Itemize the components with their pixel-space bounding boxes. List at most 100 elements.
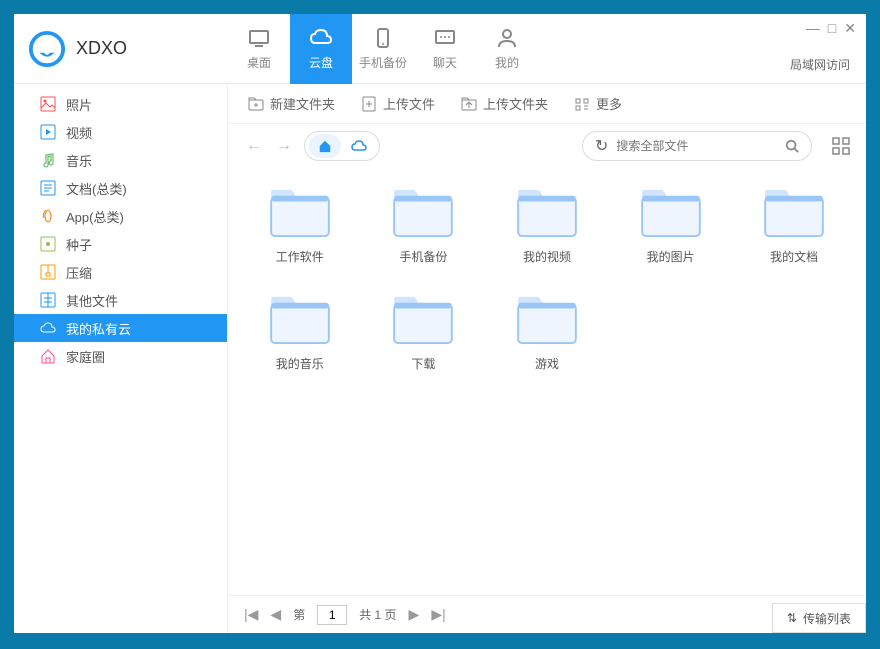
folder-item[interactable]: 工作软件 xyxy=(238,188,362,265)
sidebar-item-other[interactable]: 其他文件 xyxy=(14,286,227,314)
upload-folder-button[interactable]: 上传文件夹 xyxy=(461,94,548,113)
tab-手机备份[interactable]: 手机备份 xyxy=(352,14,414,84)
more-button[interactable]: 更多 xyxy=(574,94,622,113)
app-icon xyxy=(40,208,56,224)
tab-icon xyxy=(247,26,271,50)
app-window: XDXO 桌面云盘手机备份聊天我的 — □ ✕ 局域网访问 照片视频音乐文档(总… xyxy=(14,14,866,633)
sidebar-item-label: 我的私有云 xyxy=(66,319,131,338)
more-label: 更多 xyxy=(596,94,622,113)
sidebar-item-label: 音乐 xyxy=(66,151,92,170)
transfer-list-button[interactable]: ⇅ 传输列表 xyxy=(772,603,866,633)
sidebar-item-label: 压缩 xyxy=(66,263,92,282)
app-title: XDXO xyxy=(76,38,127,59)
seed-icon xyxy=(40,236,56,252)
photo-icon xyxy=(40,96,56,112)
sidebar-item-label: 种子 xyxy=(66,235,92,254)
new-folder-icon xyxy=(248,96,264,112)
view-grid-button[interactable] xyxy=(832,137,850,155)
main-panel: 新建文件夹 上传文件 上传文件夹 更多 ← → xyxy=(228,84,866,633)
pager: |◀ ◀ 第 共 1 页 ▶ ▶| 8项/总8项 xyxy=(228,595,866,633)
search-bar: ↻ xyxy=(582,131,812,161)
sidebar-item-video[interactable]: 视频 xyxy=(14,118,227,146)
home-icon xyxy=(40,348,56,364)
tab-icon xyxy=(433,26,457,50)
tab-聊天[interactable]: 聊天 xyxy=(414,14,476,84)
nav-forward-button[interactable]: → xyxy=(274,137,294,155)
tab-桌面[interactable]: 桌面 xyxy=(228,14,290,84)
folder-icon xyxy=(516,188,578,238)
sidebar-item-photo[interactable]: 照片 xyxy=(14,90,227,118)
sidebar-item-music[interactable]: 音乐 xyxy=(14,146,227,174)
top-tabs: 桌面 云盘手机备份 聊天 我的 xyxy=(228,14,538,84)
folder-item[interactable]: 我的视频 xyxy=(485,188,609,265)
app-logo-icon xyxy=(28,30,66,68)
folder-item[interactable]: 我的图片 xyxy=(609,188,733,265)
folder-icon xyxy=(269,295,331,345)
pager-prev-button[interactable]: ◀ xyxy=(270,606,281,623)
new-folder-button[interactable]: 新建文件夹 xyxy=(248,94,335,113)
window-controls: — □ ✕ xyxy=(806,20,856,37)
sidebar-item-label: 文档(总类) xyxy=(66,179,127,198)
nav-back-button[interactable]: ← xyxy=(244,137,264,155)
tab-label: 手机备份 xyxy=(359,54,407,71)
sidebar-item-seed[interactable]: 种子 xyxy=(14,230,227,258)
folder-item[interactable]: 下载 xyxy=(362,295,486,372)
sidebar-item-doc[interactable]: 文档(总类) xyxy=(14,174,227,202)
folder-item[interactable]: 手机备份 xyxy=(362,188,486,265)
tab-icon xyxy=(495,26,519,50)
pager-last-button[interactable]: ▶| xyxy=(431,606,445,623)
sidebar-item-cloud[interactable]: 我的私有云 xyxy=(14,314,227,342)
tab-云盘[interactable]: 云盘 xyxy=(290,14,352,84)
sidebar: 照片视频音乐文档(总类) App(总类) 种子压缩其他文件我的私有云家庭圈 xyxy=(14,84,228,633)
breadcrumb xyxy=(304,131,380,161)
body: 照片视频音乐文档(总类) App(总类) 种子压缩其他文件我的私有云家庭圈 新建文件… xyxy=(14,84,866,633)
minimize-button[interactable]: — xyxy=(806,20,820,37)
upload-file-label: 上传文件 xyxy=(383,94,435,113)
pager-first-button[interactable]: |◀ xyxy=(244,606,258,623)
sidebar-item-label: 家庭圈 xyxy=(66,347,105,366)
tab-我的[interactable]: 我的 xyxy=(476,14,538,84)
new-folder-label: 新建文件夹 xyxy=(270,94,335,113)
pager-next-button[interactable]: ▶ xyxy=(409,606,420,623)
maximize-button[interactable]: □ xyxy=(828,20,836,37)
tab-label: 聊天 xyxy=(433,54,457,71)
pager-total-text: 共 1 页 xyxy=(359,606,396,623)
close-button[interactable]: ✕ xyxy=(844,20,856,37)
folder-item[interactable]: 我的音乐 xyxy=(238,295,362,372)
folder-item[interactable]: 我的文档 xyxy=(732,188,856,265)
folder-label: 我的音乐 xyxy=(276,355,324,372)
tab-icon xyxy=(309,26,333,50)
folder-label: 下载 xyxy=(411,355,435,372)
folder-label: 我的视频 xyxy=(523,248,571,265)
upload-file-button[interactable]: 上传文件 xyxy=(361,94,435,113)
sidebar-item-zip[interactable]: 压缩 xyxy=(14,258,227,286)
folder-icon xyxy=(640,188,702,238)
folder-icon xyxy=(392,295,454,345)
sidebar-item-home[interactable]: 家庭圈 xyxy=(14,342,227,370)
breadcrumb-cloud[interactable] xyxy=(343,134,375,158)
folder-label: 工作软件 xyxy=(276,248,324,265)
sidebar-item-label: 其他文件 xyxy=(66,291,118,310)
folder-label: 游戏 xyxy=(535,355,559,372)
tab-label: 桌面 xyxy=(247,54,271,71)
tab-label: 我的 xyxy=(495,54,519,71)
breadcrumb-home[interactable] xyxy=(309,134,341,158)
folder-icon xyxy=(763,188,825,238)
upload-folder-icon xyxy=(461,96,477,112)
folder-item[interactable]: 游戏 xyxy=(485,295,609,372)
logo-area: XDXO xyxy=(28,30,228,68)
folder-icon xyxy=(269,188,331,238)
sidebar-item-app[interactable]: App(总类) xyxy=(14,202,227,230)
cloud-icon xyxy=(40,320,56,336)
upload-file-icon xyxy=(361,96,377,112)
transfer-label: 传输列表 xyxy=(803,610,851,627)
lan-access-link[interactable]: 局域网访问 xyxy=(790,56,850,73)
pager-page-input[interactable] xyxy=(317,605,347,625)
search-input[interactable] xyxy=(616,139,777,153)
more-icon xyxy=(574,96,590,112)
search-icon[interactable] xyxy=(785,139,799,153)
refresh-button[interactable]: ↻ xyxy=(595,136,608,156)
tab-icon xyxy=(371,26,395,50)
music-icon xyxy=(40,152,56,168)
folder-icon xyxy=(516,295,578,345)
